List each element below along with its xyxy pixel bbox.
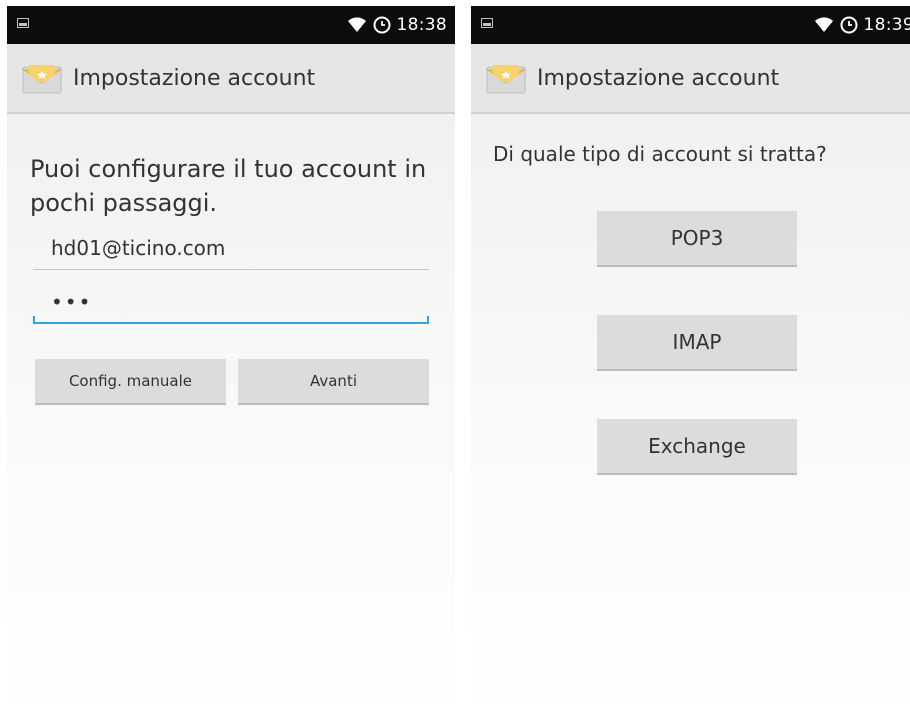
setup-screen-right: 18:39 Impostazione account Di quale tipo…: [471, 6, 910, 723]
action-bar-title: Impostazione account: [537, 65, 780, 91]
alarm-clock-icon: [373, 16, 391, 34]
next-button[interactable]: Avanti: [238, 359, 429, 405]
exchange-button[interactable]: Exchange: [597, 419, 797, 475]
alarm-clock-icon: [840, 16, 858, 34]
status-time: 18:38: [396, 15, 447, 35]
action-bar: Impostazione account: [471, 44, 910, 114]
setup-screen-left: 18:38 Impostazione account Puoi configur…: [7, 6, 455, 723]
wifi-icon: [347, 17, 367, 33]
account-type-question: Di quale tipo di account si tratta?: [493, 142, 827, 166]
wifi-icon: [814, 17, 834, 33]
setup-heading: Puoi configurare il tuo account in pochi…: [30, 155, 427, 217]
status-bar: 18:39: [471, 6, 910, 44]
notification-icon: [17, 18, 29, 28]
notification-icon: [481, 18, 493, 28]
email-field[interactable]: hd01@ticino.com: [33, 230, 429, 270]
manual-config-button[interactable]: Config. manuale: [35, 359, 226, 405]
pop3-button[interactable]: POP3: [597, 211, 797, 267]
action-bar: Impostazione account: [7, 44, 455, 114]
password-field[interactable]: •••: [33, 284, 429, 324]
action-bar-title: Impostazione account: [73, 65, 316, 91]
email-envelope-icon: [22, 65, 62, 94]
imap-button[interactable]: IMAP: [597, 315, 797, 371]
status-time: 18:39: [863, 15, 910, 35]
status-bar: 18:38: [7, 6, 455, 44]
email-envelope-icon: [486, 65, 526, 94]
